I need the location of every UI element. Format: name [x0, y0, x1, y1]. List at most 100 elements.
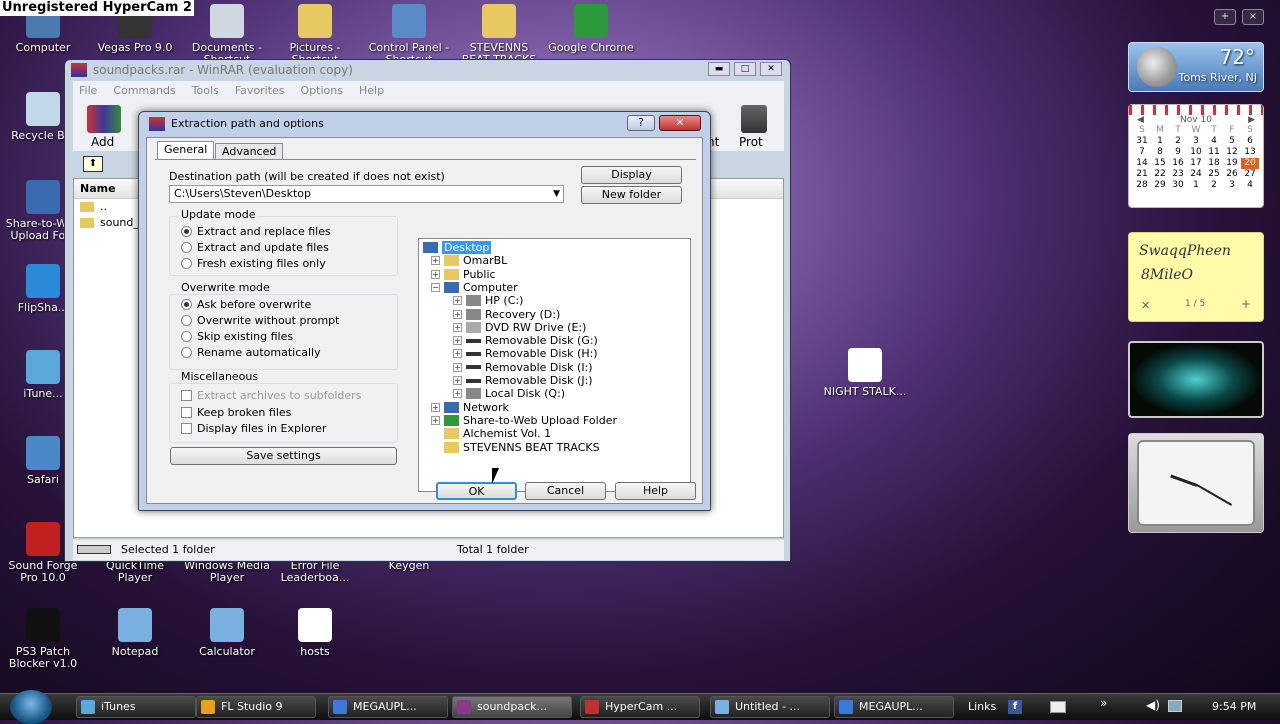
calendar-day[interactable]: 28	[1133, 180, 1151, 191]
menu-item[interactable]: Options	[301, 81, 343, 101]
fresh-existing-radio[interactable]: Fresh existing files only	[181, 257, 326, 270]
desktop-icon[interactable]: Notepad	[92, 608, 178, 658]
collapse-icon[interactable]: −	[431, 282, 440, 292]
expand-icon[interactable]: +	[431, 269, 440, 279]
chevron-down-icon[interactable]: ▼	[553, 186, 560, 202]
desktop-icon[interactable]: STEVENNS BEAT TRACKS	[456, 4, 542, 66]
overwrite-without-prompt-radio[interactable]: Overwrite without prompt	[181, 314, 339, 327]
calendar-day[interactable]: 9	[1169, 147, 1187, 158]
calendar-day[interactable]: 20	[1241, 158, 1259, 169]
cancel-button[interactable]: Cancel	[525, 482, 606, 500]
tree-node[interactable]: + Removable Disk (H:)	[453, 347, 598, 360]
tree-node[interactable]: + Network	[431, 401, 509, 414]
tree-node[interactable]: + Removable Disk (G:)	[453, 334, 598, 347]
calendar-prev-icon[interactable]: ◀	[1137, 115, 1144, 125]
calendar-day[interactable]: 5	[1223, 136, 1241, 147]
calendar-day[interactable]: 11	[1205, 147, 1223, 158]
ask-before-overwrite-radio[interactable]: Ask before overwrite	[181, 298, 311, 311]
calendar-day[interactable]: 18	[1205, 158, 1223, 169]
calendar-day[interactable]: 31	[1133, 136, 1151, 147]
facebook-icon[interactable]: f	[1008, 700, 1022, 714]
expand-icon[interactable]: +	[453, 389, 462, 399]
name-column-header[interactable]: Name	[80, 182, 116, 195]
calendar-day[interactable]: 7	[1133, 147, 1151, 158]
extract-replace-radio[interactable]: Extract and replace files	[181, 225, 331, 238]
tree-node[interactable]: + Share-to-Web Upload Folder	[431, 414, 617, 427]
calendar-day[interactable]: 2	[1169, 136, 1187, 147]
add-button-label[interactable]: Add	[91, 135, 114, 149]
expand-icon[interactable]: +	[453, 296, 462, 306]
calendar-day[interactable]: 2	[1205, 180, 1223, 191]
calendar-day[interactable]: 4	[1241, 180, 1259, 191]
volume-icon[interactable]: ◀)	[1146, 698, 1160, 712]
calendar-day[interactable]: 21	[1133, 169, 1151, 180]
close-button[interactable]: ✕	[760, 62, 782, 76]
minimize-button[interactable]: ▬	[708, 62, 730, 76]
calendar-day[interactable]: 16	[1169, 158, 1187, 169]
calendar-next-icon[interactable]: ▶	[1248, 115, 1255, 125]
taskbar-button[interactable]: soundpack...	[452, 696, 572, 718]
taskbar-button[interactable]: MEGAUPL...	[328, 696, 448, 718]
mail-icon[interactable]	[1050, 701, 1066, 713]
destination-combo[interactable]: C:\Users\Steven\Desktop ▼	[169, 185, 564, 203]
tab-general[interactable]: General	[157, 141, 215, 160]
network-tray-icon[interactable]	[1168, 700, 1182, 712]
calendar-day[interactable]: 10	[1187, 147, 1205, 158]
desktop-icon[interactable]: Control Panel - Shortcut	[366, 4, 452, 66]
calendar-day[interactable]: 3	[1223, 180, 1241, 191]
note-add-icon[interactable]: +	[1241, 297, 1251, 311]
save-settings-button[interactable]: Save settings	[170, 447, 397, 465]
desktop-icon[interactable]: Pictures - Shortcut	[272, 4, 358, 66]
tree-node[interactable]: + DVD RW Drive (E:)	[453, 321, 586, 334]
taskbar-button[interactable]: HyperCam ...	[580, 696, 700, 718]
calendar-day[interactable]: 15	[1151, 158, 1169, 169]
menu-item[interactable]: Commands	[113, 81, 175, 101]
expand-icon[interactable]: +	[453, 336, 462, 346]
tree-node[interactable]: + Removable Disk (J:)	[453, 374, 593, 387]
calendar-day[interactable]: 8	[1151, 147, 1169, 158]
ok-button[interactable]: OK	[436, 482, 517, 500]
calendar-gadget[interactable]: ◀ Nov 10 ▶ S M T W T F S 31 1 2 3 4 5 6 7 8 9 10 11 12 13 14 1…	[1128, 104, 1264, 208]
protect-icon[interactable]	[741, 105, 767, 133]
skip-existing-radio[interactable]: Skip existing files	[181, 330, 293, 343]
calendar-day[interactable]: 29	[1151, 180, 1169, 191]
help-button[interactable]: Help	[615, 482, 696, 500]
calendar-day[interactable]: 13	[1241, 147, 1259, 158]
notes-gadget[interactable]: SwaqqPheen 8MileO ✕ 1 / 5 +	[1128, 232, 1264, 322]
expand-icon[interactable]: +	[453, 376, 462, 385]
calendar-day[interactable]: 3	[1187, 136, 1205, 147]
extract-update-radio[interactable]: Extract and update files	[181, 241, 329, 254]
calendar-day[interactable]: 22	[1151, 169, 1169, 180]
calendar-day[interactable]: 1	[1151, 136, 1169, 147]
extraction-dialog[interactable]: Extraction path and options ? ✕ General …	[138, 111, 711, 511]
tab-advanced[interactable]: Advanced	[215, 143, 284, 160]
tree-node[interactable]: + Removable Disk (I:)	[453, 361, 593, 374]
clock-time[interactable]: 9:54 PM	[1212, 700, 1256, 713]
show-hidden-icon[interactable]: »	[1100, 696, 1107, 710]
tree-node[interactable]: − Computer	[431, 281, 518, 294]
links-label[interactable]: Links	[968, 700, 996, 713]
new-folder-button[interactable]: New folder	[581, 186, 682, 204]
tree-node[interactable]: STEVENNS BEAT TRACKS	[431, 441, 600, 454]
protect-button-label[interactable]: Prot	[739, 135, 763, 149]
menu-item[interactable]: Favorites	[235, 81, 285, 101]
calendar-day[interactable]: 19	[1223, 158, 1241, 169]
menu-item[interactable]: Help	[359, 81, 384, 101]
dialog-close-button[interactable]: ✕	[659, 115, 701, 131]
taskbar-button[interactable]: Untitled - ...	[710, 696, 830, 718]
dialog-help-button[interactable]: ?	[627, 115, 655, 131]
tree-node[interactable]: Alchemist Vol. 1	[431, 427, 551, 440]
expand-icon[interactable]: +	[431, 402, 440, 412]
tree-node[interactable]: + OmarBL	[431, 254, 507, 267]
tree-node[interactable]: + Recovery (D:)	[453, 308, 560, 321]
desktop-icon[interactable]: Google Chrome	[548, 4, 634, 54]
note-delete-icon[interactable]: ✕	[1141, 299, 1150, 312]
calendar-day[interactable]: 30	[1169, 180, 1187, 191]
add-icon[interactable]	[87, 105, 121, 133]
tree-node[interactable]: + Public	[431, 268, 496, 281]
expand-icon[interactable]: +	[431, 415, 440, 425]
keep-broken-checkbox[interactable]: Keep broken files	[181, 406, 291, 419]
calendar-day[interactable]: 26	[1223, 169, 1241, 180]
calendar-day[interactable]: 17	[1187, 158, 1205, 169]
sidebar-close-button[interactable]: ×	[1242, 9, 1264, 25]
